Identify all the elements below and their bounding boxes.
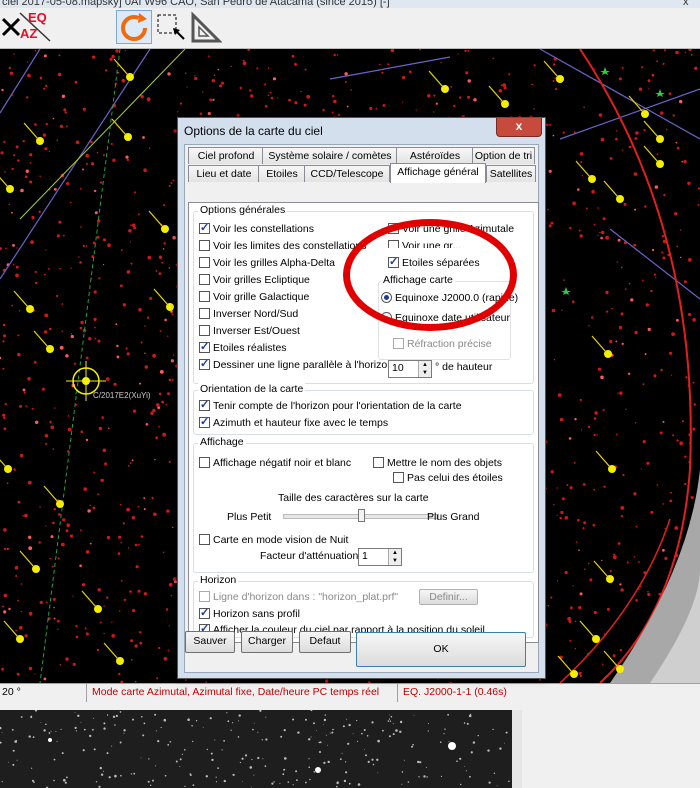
night-mode-checkbox[interactable]: Carte en mode vision de Nuit	[199, 534, 348, 548]
general-option-label: Voir les grilles Alpha-Delta	[213, 257, 335, 269]
general-option-checkbox[interactable]: Voir grilles Ecliptique	[199, 274, 310, 288]
image-preview	[0, 710, 512, 788]
display-group: Affichage Affichage négatif noir et blan…	[193, 436, 534, 573]
general-option-label: Voir les constellations	[213, 223, 314, 235]
comet-label: C/2017E2(XuYi)	[93, 391, 151, 400]
general-option-checkbox[interactable]: Voir les limites des constellations	[199, 240, 367, 254]
attenuation-stepper[interactable]: 1 ▲ ▼	[358, 548, 402, 566]
negative-display-checkbox[interactable]: Affichage négatif noir et blanc	[199, 457, 351, 471]
tab-asteroides[interactable]: Astéroïdes	[396, 147, 474, 164]
object-names-checkbox[interactable]: Mettre le nom des objets	[373, 457, 502, 471]
horizon-group: Horizon Ligne d'horizon dans : "horizon_…	[193, 574, 534, 638]
ok-button[interactable]: OK	[356, 632, 526, 667]
constellation-line	[609, 228, 700, 300]
general-option-checkbox[interactable]: Inverser Nord/Sud	[199, 308, 298, 322]
checkbox-box	[199, 308, 210, 319]
load-button[interactable]: Charger	[241, 631, 293, 653]
tab-option-de-tri[interactable]: Option de tri	[472, 147, 535, 164]
chart-options-dialog: Options de la carte du ciel x Ciel profo…	[177, 117, 546, 679]
attenuation-label: Facteur d'atténuation	[260, 550, 359, 562]
horizon-no-profile-checkbox[interactable]: Horizon sans profil	[199, 607, 300, 622]
horizon-line-file-checkbox[interactable]: Ligne d'horizon dans : "horizon_plat.prf…	[199, 591, 398, 605]
font-size-title: Taille des caractères sur la carte	[278, 492, 429, 504]
measure-triangle-icon[interactable]	[190, 11, 223, 43]
general-option-label: Voir grilles Ecliptique	[213, 274, 310, 286]
tab-lieu-et-date[interactable]: Lieu et date	[188, 165, 260, 182]
meridian-line	[39, 49, 121, 683]
checkbox-box	[199, 291, 210, 302]
window-title: ciel 2017-05-08.mapsky] 0AI W96 CAO, San…	[2, 0, 390, 8]
general-option-label: Inverser Nord/Sud	[213, 308, 299, 320]
window-title-bar: ciel 2017-05-08.mapsky] 0AI W96 CAO, San…	[0, 0, 700, 8]
eq-label: EQ	[28, 10, 47, 25]
not-star-names-checkbox[interactable]: Pas celui des étoiles	[393, 472, 503, 486]
zoom-selection-icon[interactable]	[156, 11, 188, 43]
dialog-body: Ciel profond Système solaire / comètes A…	[184, 144, 539, 673]
checkbox-box	[199, 240, 210, 251]
font-size-slider-thumb[interactable]	[358, 509, 365, 522]
toolbar: EQ AZ	[0, 8, 700, 49]
status-field-equinox: EQ. J2000-1-1 (0.46s)	[403, 686, 507, 698]
general-option-label: Voir grille Galactique	[213, 291, 310, 303]
general-option-checkbox[interactable]: Dessiner une ligne parallèle à l'horizon	[199, 358, 394, 373]
red-highlight-annotation	[343, 219, 517, 331]
font-larger-label: Plus Grand	[427, 511, 480, 523]
az-label: AZ	[20, 26, 38, 41]
save-button[interactable]: Sauver	[185, 631, 235, 653]
tab-etoiles[interactable]: Etoiles	[258, 165, 306, 182]
general-option-checkbox[interactable]: Voir les grilles Alpha-Delta	[199, 257, 335, 271]
define-horizon-button[interactable]: Definir...	[419, 589, 478, 605]
constellation-line	[0, 49, 41, 114]
checkbox-box	[199, 341, 210, 354]
status-bar: 20 ° Mode carte Azimutal, Azimutal fixe,…	[0, 683, 700, 703]
refresh-icon	[121, 13, 147, 41]
fixed-azimuth-checkbox[interactable]: Azimuth et hauteur fixe avec le temps	[199, 416, 388, 431]
dialog-title: Options de la carte du ciel	[184, 124, 323, 138]
horizon-orientation-checkbox[interactable]: Tenir compte de l'horizon pour l'orienta…	[199, 399, 462, 414]
window-close-icon[interactable]: x	[683, 0, 689, 8]
tab-systeme-solaire[interactable]: Système solaire / comètes	[262, 147, 398, 164]
default-button[interactable]: Defaut	[299, 631, 351, 653]
status-field-mode: Mode carte Azimutal, Azimutal fixe, Date…	[92, 686, 380, 698]
horizon-line-unit: ° de hauteur	[435, 361, 493, 373]
general-option-label: Voir les limites des constellations	[213, 240, 367, 252]
general-option-checkbox[interactable]: Inverser Est/Ouest	[199, 325, 300, 339]
general-option-label: Inverser Est/Ouest	[213, 325, 300, 337]
tab-ccd-telescope[interactable]: CCD/Telescope	[304, 165, 390, 182]
refresh-button[interactable]	[116, 10, 152, 44]
status-field-fov: 20 °	[2, 686, 21, 698]
checkbox-box	[393, 338, 404, 349]
checkbox-box	[199, 257, 210, 268]
checkbox-box	[199, 358, 210, 371]
tab-affichage-general[interactable]: Affichage général	[390, 163, 486, 183]
constellation-line	[329, 56, 451, 80]
checkbox-box	[199, 325, 210, 336]
general-option-checkbox[interactable]: Voir grille Galactique	[199, 291, 309, 305]
checkbox-box	[199, 274, 210, 285]
orientation-group: Orientation de la carte Tenir compte de …	[193, 383, 534, 435]
tab-ciel-profond[interactable]: Ciel profond	[188, 147, 264, 164]
image-preview-scrollbar[interactable]	[512, 710, 522, 788]
general-option-label: Dessiner une ligne parallèle à l'horizon	[213, 359, 394, 371]
font-size-slider[interactable]	[283, 506, 439, 522]
dialog-close-button[interactable]: x	[496, 118, 542, 137]
eq-az-toggle-icon[interactable]: EQ AZ	[18, 10, 52, 43]
constellation-line	[539, 49, 700, 140]
constellation-line	[0, 49, 151, 280]
precise-refraction-checkbox[interactable]: Réfraction précise	[393, 338, 492, 352]
group-title: Options générales	[198, 204, 288, 216]
font-smaller-label: Plus Petit	[227, 511, 272, 523]
horizon-line-height-stepper[interactable]: 10 ▲ ▼	[388, 360, 432, 378]
tab-satellites[interactable]: Satellites	[486, 165, 536, 182]
general-option-label: Etoiles réalistes	[213, 342, 287, 354]
general-option-checkbox[interactable]: Voir les constellations	[199, 222, 314, 237]
general-option-checkbox[interactable]: Etoiles réalistes	[199, 341, 287, 356]
stepper-arrows-icon[interactable]: ▲ ▼	[418, 361, 431, 377]
stepper-arrows-icon[interactable]: ▲ ▼	[388, 549, 401, 565]
checkbox-box	[199, 222, 210, 235]
